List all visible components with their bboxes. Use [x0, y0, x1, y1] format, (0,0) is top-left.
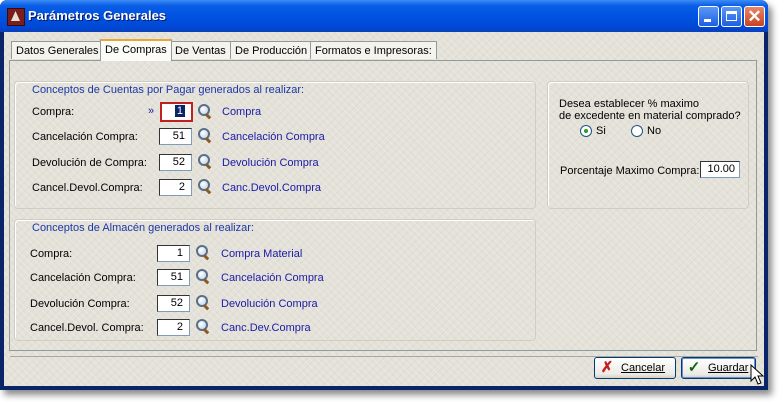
almacen-compra-field[interactable]: 1 [157, 245, 190, 262]
almacen-cancel-devol-label: Cancel.Devol. Compra: [30, 322, 144, 334]
cuentas-group-title: Conceptos de Cuentas por Pagar generados… [32, 84, 305, 96]
parametros-window: Parámetros Generales ✕ Datos Generales D… [0, 0, 768, 390]
almacen-devolucion-field[interactable]: 52 [157, 295, 190, 312]
tab-de-ventas[interactable]: De Ventas [170, 41, 231, 59]
almacen-cancel-devol-field[interactable]: 2 [157, 319, 190, 336]
almacen-cancelacion-label: Cancelación Compra: [30, 272, 136, 284]
radio-no-label[interactable]: No [647, 125, 661, 137]
maximize-icon [726, 11, 737, 21]
tab-formatos-impresoras[interactable]: Formatos e Impresoras: [310, 41, 437, 59]
radio-si[interactable] [580, 125, 592, 137]
app-icon [7, 8, 25, 26]
porcentaje-maximo-label: Porcentaje Maximo Compra: [560, 165, 700, 177]
excedente-question-line1: Desea establecer % maximo [559, 98, 700, 110]
search-icon[interactable] [197, 127, 213, 143]
almacen-cancel-devol-link[interactable]: Canc.Dev.Compra [221, 322, 311, 334]
search-icon[interactable] [195, 294, 211, 310]
porcentaje-maximo-field[interactable]: 10.00 [700, 161, 740, 178]
maximize-button[interactable] [721, 6, 742, 27]
cuentas-compra-value: 1 [174, 105, 185, 117]
close-button[interactable]: ✕ [744, 6, 765, 27]
radio-si-label[interactable]: Si [596, 125, 606, 137]
tab-panel-de-compras: Conceptos de Cuentas por Pagar generados… [9, 60, 757, 351]
cuentas-cancel-devol-label: Cancel.Devol.Compra: [32, 182, 143, 194]
search-icon[interactable] [195, 244, 211, 260]
minimize-button[interactable] [698, 6, 719, 27]
focus-marker: » [148, 105, 155, 117]
cancel-button[interactable]: ✗ Cancelar [594, 357, 676, 379]
excedente-question-line2: de excedente en material comprado? [559, 110, 741, 122]
almacen-devolucion-label: Devolución Compra: [30, 298, 130, 310]
window-client-area: Datos Generales De Compras De Ventas De … [4, 32, 764, 386]
cancel-x-icon: ✗ [600, 359, 614, 376]
save-button[interactable]: ✓ Guardar [681, 357, 756, 379]
search-icon[interactable] [195, 318, 211, 334]
mouse-pointer-icon [750, 364, 765, 385]
cuentas-cancel-devol-field[interactable]: 2 [159, 179, 192, 196]
tab-datos-generales[interactable]: Datos Generales [11, 41, 104, 59]
cuentas-cancelacion-field[interactable]: 51 [159, 128, 192, 145]
cuentas-devolucion-field[interactable]: 52 [159, 154, 192, 171]
close-icon: ✕ [747, 7, 762, 26]
almacen-cancelacion-link[interactable]: Cancelación Compra [221, 272, 324, 284]
almacen-devolucion-link[interactable]: Devolución Compra [221, 298, 318, 310]
search-icon[interactable] [195, 268, 211, 284]
search-icon[interactable] [197, 153, 213, 169]
almacen-group-title: Conceptos de Almacén generados al realiz… [32, 222, 254, 234]
cuentas-compra-field[interactable]: 1 [160, 102, 193, 122]
tab-de-produccion[interactable]: De Producción [230, 41, 313, 59]
window-title: Parámetros Generales [28, 8, 167, 23]
title-bar[interactable]: Parámetros Generales ✕ [0, 0, 768, 32]
almacen-compra-label: Compra: [30, 248, 73, 260]
almacen-compra-link[interactable]: Compra Material [221, 248, 302, 260]
cancel-button-label: Cancelar [621, 362, 666, 374]
radio-no[interactable] [631, 125, 643, 137]
cuentas-devolucion-label: Devolución de Compra: [32, 157, 147, 169]
tab-de-compras[interactable]: De Compras [100, 39, 172, 61]
cuentas-compra-link[interactable]: Compra [222, 106, 261, 118]
checkmark-icon: ✓ [687, 359, 701, 376]
cuentas-compra-label: Compra: [32, 106, 75, 118]
almacen-cancelacion-field[interactable]: 51 [157, 269, 190, 286]
cuentas-devolucion-link[interactable]: Devolución Compra [222, 157, 319, 169]
cuentas-cancelacion-label: Cancelación Compra: [32, 131, 138, 143]
cuentas-cancel-devol-link[interactable]: Canc.Devol.Compra [222, 182, 321, 194]
save-button-label: Guardar [708, 362, 749, 374]
cuentas-cancelacion-link[interactable]: Cancelación Compra [222, 131, 325, 143]
search-icon[interactable] [197, 103, 213, 119]
minimize-icon [704, 19, 711, 22]
search-icon[interactable] [197, 178, 213, 194]
